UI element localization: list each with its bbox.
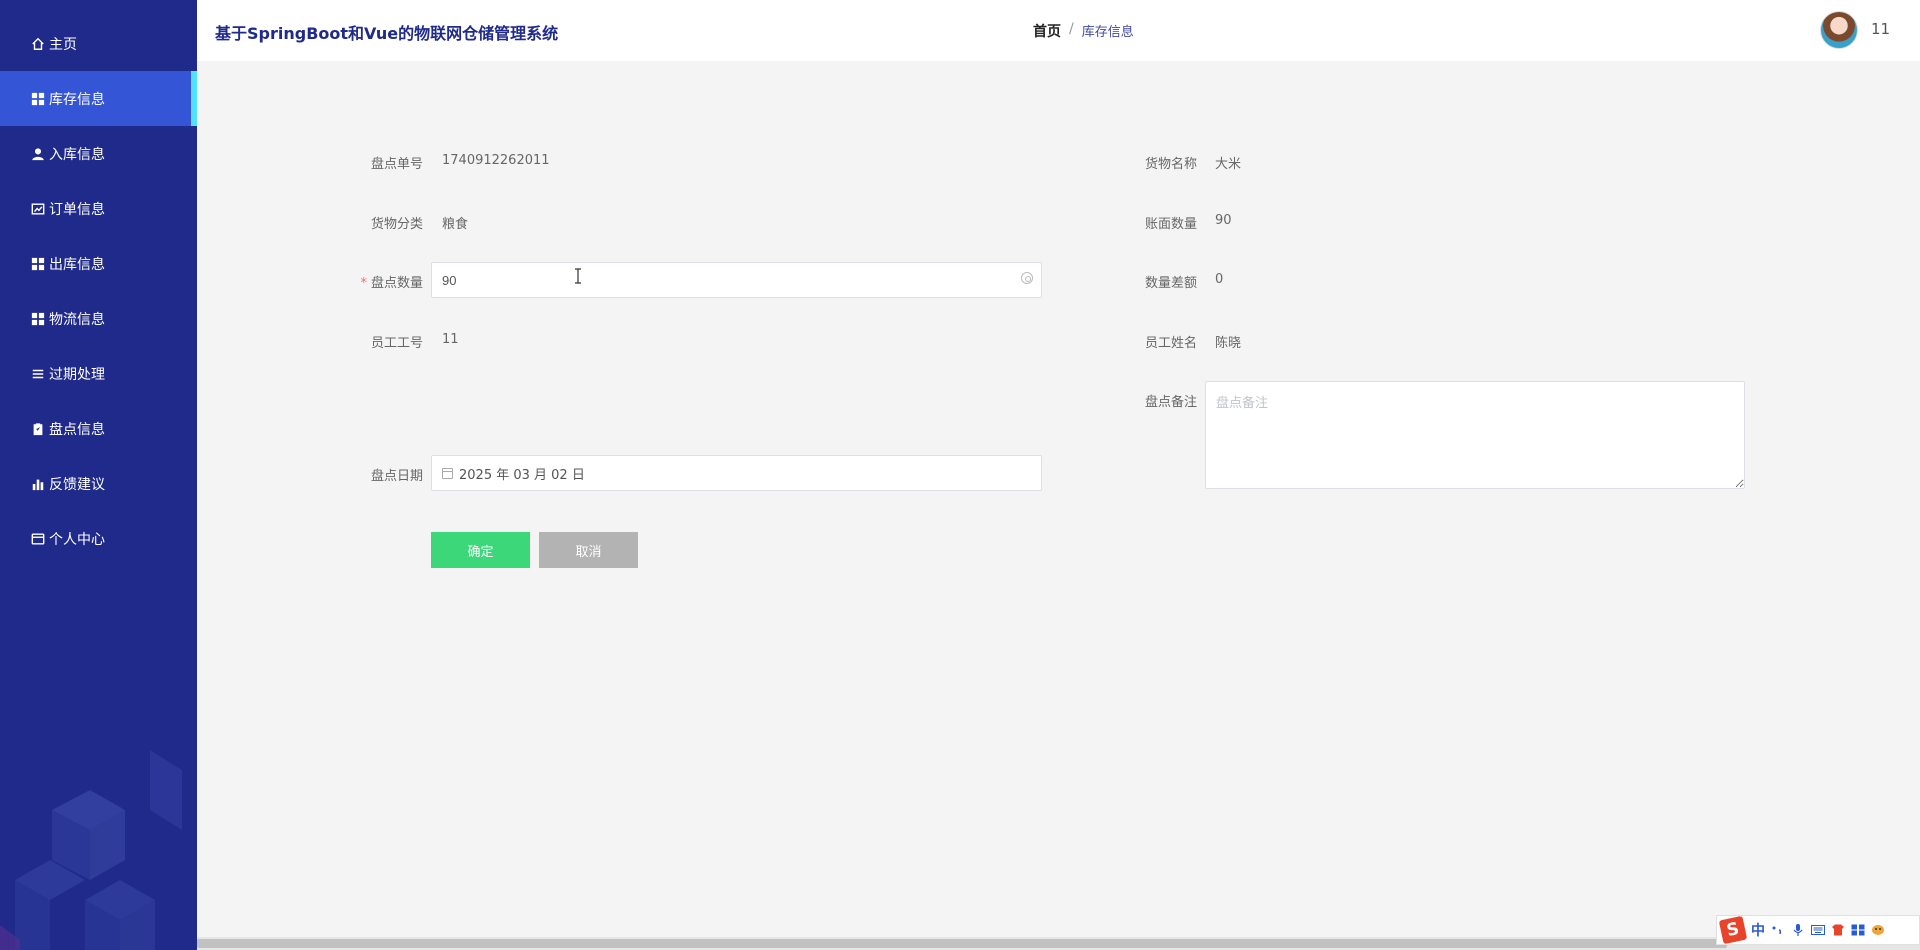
required-marker: *: [360, 276, 367, 291]
grid-icon: [30, 256, 46, 272]
sidebar-item-label: 物流信息: [49, 311, 105, 328]
toolbox-icon[interactable]: [1851, 924, 1865, 936]
check-qty-field[interactable]: [431, 262, 1042, 298]
sidebar-item-profile[interactable]: 个人中心: [0, 511, 197, 566]
list-icon: [30, 366, 46, 382]
bar-chart-icon: [30, 476, 46, 492]
sidebar-item-label: 个人中心: [49, 531, 105, 548]
diff-value: 0: [1215, 272, 1224, 287]
emp-no-value: 11: [442, 332, 459, 347]
book-qty-label: 账面数量: [1144, 217, 1197, 232]
emp-no-label: 员工工号: [370, 336, 423, 351]
skin-icon[interactable]: [1831, 924, 1845, 936]
sidebar-item-label: 盘点信息: [49, 421, 105, 438]
goods-name-value: 大米: [1215, 157, 1242, 172]
sidebar-item-label: 入库信息: [49, 146, 105, 163]
user-icon: [30, 146, 46, 162]
sidebar-item-stocktake[interactable]: 盘点信息: [0, 401, 197, 456]
breadcrumb-current: 库存信息: [1081, 25, 1134, 40]
category-label: 货物分类: [370, 217, 423, 232]
system-title: 基于SpringBoot和Vue的物联网仓储管理系统: [215, 24, 559, 43]
grid-icon: [30, 311, 46, 327]
ime-toolbar: S 中: [1716, 915, 1920, 945]
chart-icon: [30, 201, 46, 217]
breadcrumb-home[interactable]: 首页: [1033, 21, 1061, 41]
goods-name-label: 货物名称: [1144, 157, 1197, 172]
emp-name-label: 员工姓名: [1144, 336, 1197, 351]
sidebar-item-label: 出库信息: [49, 256, 105, 273]
scrollbar-thumb[interactable]: [197, 939, 1727, 948]
diff-label: 数量差额: [1144, 276, 1197, 291]
sidebar-item-label: 反馈建议: [49, 476, 105, 493]
sidebar-item-inbound[interactable]: 入库信息: [0, 126, 197, 181]
date-label: 盘点日期: [370, 469, 423, 484]
check-qty-label: * 盘点数量: [343, 272, 423, 291]
clear-icon[interactable]: [1021, 272, 1033, 284]
calendar-icon: [442, 467, 453, 479]
home-icon: [30, 36, 46, 52]
sidebar-decoration: [0, 750, 182, 950]
ime-mode[interactable]: 中: [1751, 920, 1765, 940]
sidebar-item-inventory[interactable]: 库存信息: [0, 71, 197, 126]
text-cursor-icon: [575, 268, 581, 284]
sidebar-item-label: 库存信息: [49, 91, 105, 108]
cancel-button[interactable]: 取消: [539, 532, 638, 568]
sidebar-item-expired[interactable]: 过期处理: [0, 346, 197, 401]
sogou-logo-icon[interactable]: S: [1718, 915, 1748, 945]
check-no-label: 盘点单号: [370, 157, 423, 172]
card-icon: [30, 531, 46, 547]
grid-icon: [30, 91, 46, 107]
sidebar-item-orders[interactable]: 订单信息: [0, 181, 197, 236]
sidebar-item-label: 主页: [49, 36, 77, 53]
check-qty-label-text: 盘点数量: [370, 276, 423, 291]
horizontal-scrollbar[interactable]: [197, 937, 1920, 950]
confirm-button[interactable]: 确定: [431, 532, 530, 568]
sidebar-item-label: 过期处理: [49, 366, 105, 383]
keyboard-icon[interactable]: [1811, 924, 1825, 936]
date-picker[interactable]: 2025 年 03 月 02 日: [431, 455, 1042, 491]
check-no-value: 1740912262011: [442, 153, 550, 168]
emp-name-value: 陈晓: [1215, 336, 1242, 351]
sidebar-item-feedback[interactable]: 反馈建议: [0, 456, 197, 511]
book-qty-value: 90: [1215, 213, 1232, 228]
top-header: 基于SpringBoot和Vue的物联网仓储管理系统 首页 / 库存信息 11: [197, 0, 1920, 61]
sidebar-item-label: 订单信息: [49, 201, 105, 218]
category-value: 粮食: [442, 217, 469, 232]
breadcrumb-separator: /: [1069, 21, 1074, 37]
sidebar-item-home[interactable]: 主页: [0, 16, 197, 71]
date-value: 2025 年 03 月 02 日: [459, 467, 585, 483]
sidebar-item-logistics[interactable]: 物流信息: [0, 291, 197, 346]
sidebar-item-outbound[interactable]: 出库信息: [0, 236, 197, 291]
avatar[interactable]: [1820, 11, 1858, 49]
sidebar: 主页 库存信息 入库信息 订单信息 出库信息 物流信息 过期处理 盘点信息 反馈…: [0, 0, 197, 950]
username[interactable]: 11: [1871, 20, 1890, 38]
sidebar-menu: 主页 库存信息 入库信息 订单信息 出库信息 物流信息 过期处理 盘点信息 反馈…: [0, 16, 197, 566]
remark-textarea[interactable]: [1205, 381, 1745, 489]
microphone-icon[interactable]: [1791, 924, 1805, 936]
mascot-icon[interactable]: [1871, 924, 1885, 936]
clipboard-icon: [30, 421, 46, 437]
check-qty-input[interactable]: [432, 263, 1041, 297]
punctuation-icon[interactable]: [1771, 924, 1785, 936]
breadcrumb: 首页 / 库存信息: [1033, 21, 1134, 41]
remark-label: 盘点备注: [1144, 395, 1197, 410]
